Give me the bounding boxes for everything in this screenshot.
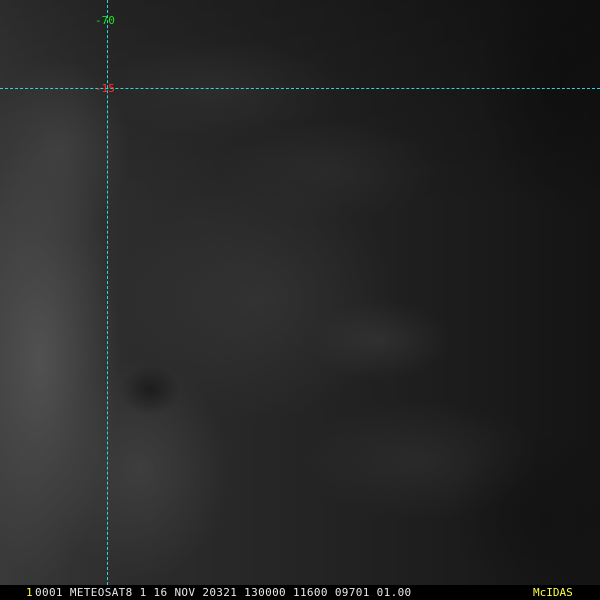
mcidas-brand-label: McIDAS [533,586,573,599]
mcidas-image-viewer[interactable]: -70 -15 1 0001 METEOSAT8 1 16 NOV 20321 … [0,0,600,600]
image-status-bar: 1 0001 METEOSAT8 1 16 NOV 20321 130000 1… [0,585,600,600]
cloud-patch [310,300,450,380]
satellite-image[interactable] [0,0,600,600]
dark-patch [120,365,180,415]
frame-number: 1 [26,586,33,599]
longitude-label: -70 [95,14,115,27]
latitude-label: -15 [95,82,115,95]
image-header-text: 0001 METEOSAT8 1 16 NOV 20321 130000 116… [35,586,412,599]
cloud-patch [220,120,440,220]
